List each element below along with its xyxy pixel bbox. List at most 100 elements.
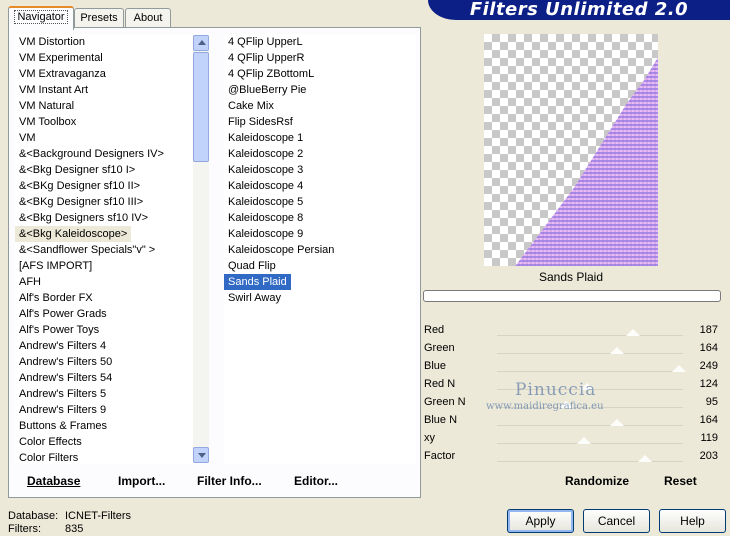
category-item[interactable]: Color Effects bbox=[15, 434, 193, 450]
category-item[interactable]: Andrew's Filters 4 bbox=[15, 338, 193, 354]
category-item[interactable]: VM Toolbox bbox=[15, 114, 193, 130]
slider-thumb[interactable] bbox=[626, 329, 641, 336]
filter-item[interactable]: Kaleidoscope Persian bbox=[224, 242, 416, 258]
cancel-button[interactable]: Cancel bbox=[583, 509, 650, 533]
help-button[interactable]: Help bbox=[659, 509, 726, 533]
slider-track[interactable] bbox=[497, 353, 683, 354]
filter-item[interactable]: Sands Plaid bbox=[224, 274, 416, 290]
category-item[interactable]: Andrew's Filters 9 bbox=[15, 402, 193, 418]
tab-navigator-label: Navigator bbox=[14, 10, 68, 24]
category-item[interactable]: &<BKg Designer sf10 III> bbox=[15, 194, 193, 210]
slider-track[interactable] bbox=[497, 461, 683, 462]
filter-item[interactable]: Kaleidoscope 2 bbox=[224, 146, 416, 162]
category-item-label: VM bbox=[19, 132, 36, 144]
category-item[interactable]: [AFS IMPORT] bbox=[15, 258, 193, 274]
slider-thumb[interactable] bbox=[576, 437, 591, 444]
category-item[interactable]: VM Natural bbox=[15, 98, 193, 114]
filters-count-value: 835 bbox=[65, 523, 84, 535]
category-list[interactable]: VM Distortion VM Experimental VM Extravaga… bbox=[15, 34, 193, 464]
filter-item-label: Kaleidoscope 5 bbox=[228, 196, 304, 208]
filter-item[interactable]: @BlueBerry Pie bbox=[224, 82, 416, 98]
category-item[interactable]: &<Bkg Designer sf10 I> bbox=[15, 162, 193, 178]
slider-track[interactable] bbox=[497, 425, 683, 426]
slider-track[interactable] bbox=[497, 371, 683, 372]
slider-row[interactable]: Blue 249 bbox=[421, 358, 721, 376]
category-item[interactable]: Alf's Power Grads bbox=[15, 306, 193, 322]
slider-thumb[interactable] bbox=[609, 347, 624, 354]
filter-item[interactable]: Kaleidoscope 8 bbox=[224, 210, 416, 226]
slider-row[interactable]: Green 164 bbox=[421, 340, 721, 358]
category-item[interactable]: VM Extravaganza bbox=[15, 66, 193, 82]
slider-row[interactable]: Red 187 bbox=[421, 322, 721, 340]
category-item[interactable]: Andrew's Filters 54 bbox=[15, 370, 193, 386]
category-item[interactable]: &<Sandflower Specials"v" > bbox=[15, 242, 193, 258]
slider-label: Red N bbox=[424, 378, 456, 390]
category-item[interactable]: &<Bkg Designers sf10 IV> bbox=[15, 210, 193, 226]
category-item[interactable]: Andrew's Filters 5 bbox=[15, 386, 193, 402]
category-item-label: Color Effects bbox=[19, 436, 82, 448]
scroll-thumb[interactable] bbox=[193, 52, 209, 162]
filter-item[interactable]: 4 QFlip UpperL bbox=[224, 34, 416, 50]
category-item[interactable]: Alf's Border FX bbox=[15, 290, 193, 306]
tab-about[interactable]: About bbox=[125, 8, 171, 28]
category-item-label: Alf's Power Grads bbox=[19, 308, 107, 320]
slider-value: 124 bbox=[699, 378, 718, 390]
database-button[interactable]: Database bbox=[27, 474, 80, 488]
category-item[interactable]: Buttons & Frames bbox=[15, 418, 193, 434]
category-item[interactable]: &<Background Designers IV> bbox=[15, 146, 193, 162]
slider-thumb[interactable] bbox=[609, 419, 624, 426]
filter-item[interactable]: Kaleidoscope 3 bbox=[224, 162, 416, 178]
category-item[interactable]: VM Experimental bbox=[15, 50, 193, 66]
filter-item[interactable]: Kaleidoscope 5 bbox=[224, 194, 416, 210]
import-button[interactable]: Import... bbox=[118, 474, 165, 488]
filter-item[interactable]: 4 QFlip UpperR bbox=[224, 50, 416, 66]
slider-thumb[interactable] bbox=[638, 455, 653, 462]
filter-list[interactable]: 4 QFlip UpperL 4 QFlip UpperR 4 QFlip ZBot… bbox=[224, 34, 416, 464]
reset-button[interactable]: Reset bbox=[664, 474, 697, 488]
category-item[interactable]: VM bbox=[15, 130, 193, 146]
category-item-label: Andrew's Filters 4 bbox=[19, 340, 107, 352]
tab-presets[interactable]: Presets bbox=[74, 8, 124, 28]
category-scrollbar[interactable] bbox=[193, 35, 209, 463]
scroll-down-button[interactable] bbox=[193, 447, 209, 463]
scroll-up-button[interactable] bbox=[193, 35, 209, 51]
randomize-button[interactable]: Randomize bbox=[565, 474, 629, 488]
filter-item[interactable]: Flip SidesRsf bbox=[224, 114, 416, 130]
slider-label: Blue bbox=[424, 360, 447, 372]
filter-item-label: Swirl Away bbox=[228, 292, 281, 304]
editor-button[interactable]: Editor... bbox=[294, 474, 338, 488]
filter-item[interactable]: 4 QFlip ZBottomL bbox=[224, 66, 416, 82]
arrow-up-icon bbox=[198, 40, 206, 45]
filter-info-button[interactable]: Filter Info... bbox=[197, 474, 262, 488]
category-item[interactable]: AFH bbox=[15, 274, 193, 290]
category-item[interactable]: &<BKg Designer sf10 II> bbox=[15, 178, 193, 194]
category-item-label: VM Toolbox bbox=[19, 116, 77, 128]
slider-row[interactable]: Blue N 164 bbox=[421, 412, 721, 430]
category-item[interactable]: Alf's Power Toys bbox=[15, 322, 193, 338]
filter-item[interactable]: Kaleidoscope 4 bbox=[224, 178, 416, 194]
database-status-label: Database: bbox=[8, 510, 59, 522]
slider-track[interactable] bbox=[497, 335, 683, 336]
filter-item-label: Kaleidoscope 8 bbox=[228, 212, 304, 224]
progress-bar bbox=[423, 290, 721, 302]
category-item-label: Andrew's Filters 9 bbox=[19, 404, 107, 416]
category-item[interactable]: Andrew's Filters 50 bbox=[15, 354, 193, 370]
filter-item[interactable]: Cake Mix bbox=[224, 98, 416, 114]
category-item[interactable]: &<Bkg Kaleidoscope> bbox=[15, 226, 193, 242]
filter-item[interactable]: Swirl Away bbox=[224, 290, 416, 306]
category-item-label: Andrew's Filters 5 bbox=[19, 388, 107, 400]
category-item[interactable]: Color Filters bbox=[15, 450, 193, 464]
filter-item[interactable]: Quad Flip bbox=[224, 258, 416, 274]
slider-row[interactable]: Factor 203 bbox=[421, 448, 721, 466]
category-item[interactable]: VM Instant Art bbox=[15, 82, 193, 98]
apply-button[interactable]: Apply bbox=[507, 509, 574, 533]
tab-navigator[interactable]: Navigator bbox=[8, 6, 74, 30]
watermark-name: Pinuccia bbox=[515, 380, 597, 400]
category-item-label: Color Filters bbox=[19, 452, 79, 464]
filter-item-label: Flip SidesRsf bbox=[228, 116, 293, 128]
slider-thumb[interactable] bbox=[671, 365, 686, 372]
filter-item[interactable]: Kaleidoscope 9 bbox=[224, 226, 416, 242]
slider-row[interactable]: xy 119 bbox=[421, 430, 721, 448]
filter-item[interactable]: Kaleidoscope 1 bbox=[224, 130, 416, 146]
category-item[interactable]: VM Distortion bbox=[15, 34, 193, 50]
